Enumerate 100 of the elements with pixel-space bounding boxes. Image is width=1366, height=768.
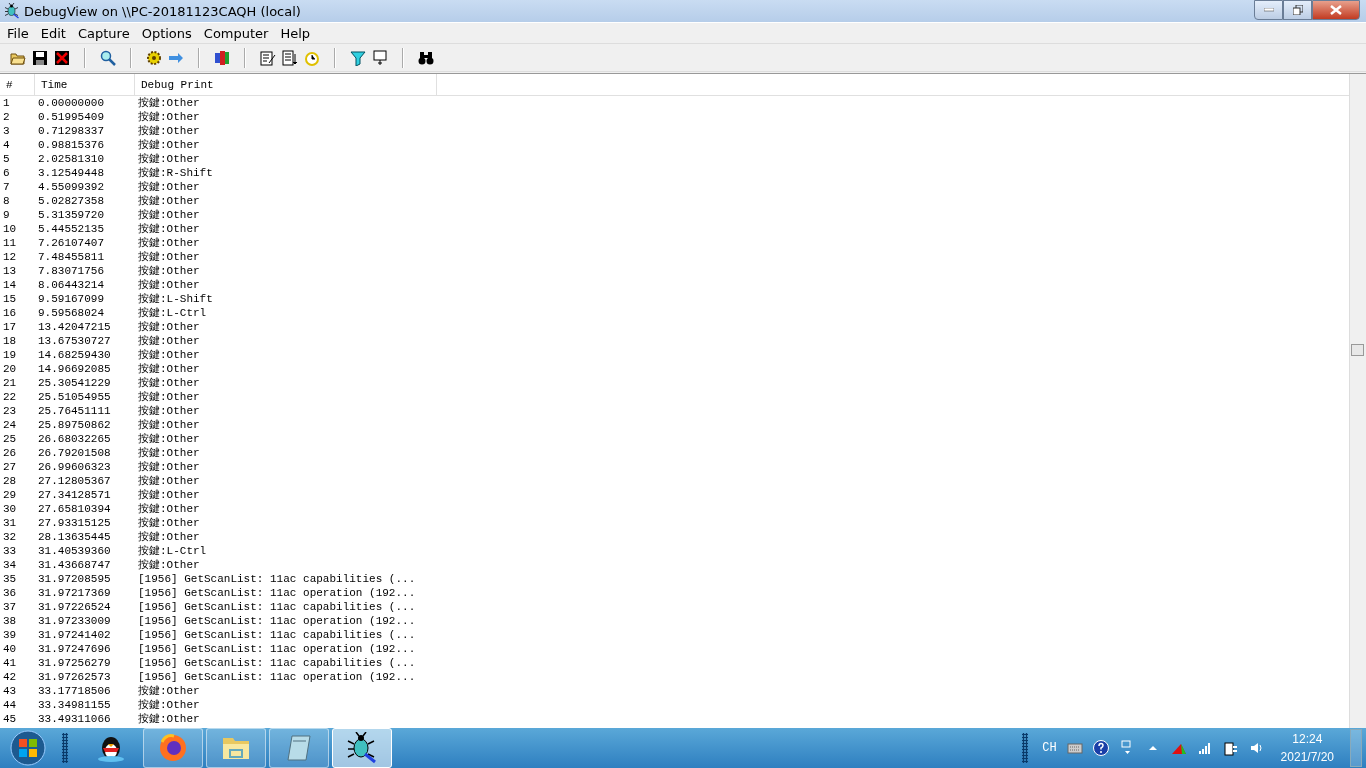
table-cell-text: 按鍵:Other bbox=[137, 530, 200, 544]
table-cell-text: 17 bbox=[2, 320, 18, 334]
table-cell-text: 4 bbox=[2, 138, 11, 152]
table-cell-text: 3.12549448 bbox=[37, 166, 105, 180]
close-icon bbox=[1330, 5, 1342, 15]
column-header[interactable]: Debug Print bbox=[135, 74, 437, 95]
menu-item[interactable]: Capture bbox=[71, 25, 136, 41]
table-cell-text: 按鍵:Other bbox=[137, 404, 200, 418]
scrollbar[interactable] bbox=[1349, 74, 1366, 728]
table-cell-text: 31.97208595 bbox=[37, 572, 112, 586]
table-cell-text: 按鍵:Other bbox=[137, 208, 200, 222]
start-button[interactable] bbox=[8, 730, 48, 766]
table-cell-text: 按鍵:Other bbox=[137, 236, 200, 250]
column-header[interactable]: Time bbox=[35, 74, 135, 95]
table-cell-text: [1956] GetScanList: 11ac operation (192... bbox=[137, 614, 416, 628]
table-cell-text: 29 bbox=[2, 488, 18, 502]
clock-time: 12:24 bbox=[1292, 731, 1323, 748]
table-cell-text: 按鍵:Other bbox=[137, 278, 200, 292]
table-cell-text: 42 bbox=[2, 670, 18, 684]
table-cell-text: 15 bbox=[2, 292, 18, 306]
table-cell-text: 26.99606323 bbox=[37, 460, 112, 474]
save-icon[interactable] bbox=[32, 49, 48, 66]
table-cell-text: 按鍵:Other bbox=[137, 418, 200, 432]
table-cell-text: 30 bbox=[2, 502, 18, 516]
table-cell-text: 5 bbox=[2, 152, 11, 166]
column-header[interactable]: # bbox=[0, 74, 35, 95]
filter-icon[interactable] bbox=[350, 49, 366, 66]
computer-icon[interactable] bbox=[372, 49, 388, 66]
table-cell-text: 20 bbox=[2, 362, 18, 376]
highlight-icon[interactable] bbox=[214, 49, 230, 66]
table-cell-text: 14 bbox=[2, 278, 18, 292]
menu-item[interactable]: File bbox=[1, 25, 35, 41]
minimize-button[interactable] bbox=[1254, 0, 1283, 20]
table-cell-text: 31.97241402 bbox=[37, 628, 112, 642]
table-cell-text: 1 bbox=[2, 96, 11, 110]
table-cell-text: 25.89750862 bbox=[37, 418, 112, 432]
window-title: DebugView on \\PC-20181123CAQH (local) bbox=[24, 3, 302, 19]
binoculars-icon[interactable] bbox=[418, 49, 434, 66]
table-cell-text: 按鍵:Other bbox=[137, 376, 200, 390]
table-cell-text: 按鍵:Other bbox=[137, 96, 200, 110]
table-cell-text: 33.34981155 bbox=[37, 698, 112, 712]
table-cell-text: 26 bbox=[2, 446, 18, 460]
table-cell-text: 21 bbox=[2, 376, 18, 390]
table-cell-text: [1956] GetScanList: 11ac operation (192... bbox=[137, 670, 416, 684]
table-cell-text: 31.97217369 bbox=[37, 586, 112, 600]
autoscroll-icon[interactable] bbox=[282, 49, 298, 66]
table-cell-text: 14.96692085 bbox=[37, 362, 112, 376]
table-cell-text: 27.34128571 bbox=[37, 488, 112, 502]
bug-icon bbox=[4, 3, 20, 19]
table-cell-text: 28.13635445 bbox=[37, 530, 112, 544]
menu-item[interactable]: Options bbox=[135, 25, 198, 41]
help-icon[interactable] bbox=[1092, 740, 1109, 756]
menu-item[interactable]: Edit bbox=[34, 25, 72, 41]
table-cell-text: 按鍵:Other bbox=[137, 138, 200, 152]
table-cell-text: 11 bbox=[2, 236, 18, 250]
table-cell-text: 41 bbox=[2, 656, 18, 670]
table-cell-text: 27.65810394 bbox=[37, 502, 112, 516]
table-cell-text: 按鍵:Other bbox=[137, 432, 200, 446]
menu-item[interactable]: Computer bbox=[197, 25, 275, 41]
power-plug-icon[interactable] bbox=[1222, 740, 1239, 756]
table-cell-text: 按鍵:Other bbox=[137, 684, 200, 698]
clock[interactable]: 12:24 2021/7/20 bbox=[1274, 730, 1340, 766]
table-cell-text: 按鍵:R-Shift bbox=[137, 166, 213, 180]
restore-icon bbox=[1292, 5, 1303, 15]
table-cell-text: 5.02827358 bbox=[37, 194, 105, 208]
table-cell-text: 5.31359720 bbox=[37, 208, 105, 222]
table-cell-text: 14.68259430 bbox=[37, 348, 112, 362]
table-cell-text: 31.97226524 bbox=[37, 600, 112, 614]
table-cell-text: 2.02581310 bbox=[37, 152, 105, 166]
table-cell-text: 按鍵:Other bbox=[137, 474, 200, 488]
table-cell-text: 按鍵:Other bbox=[137, 250, 200, 264]
table-cell-text: 按鍵:Other bbox=[137, 180, 200, 194]
table-cell-text: 43 bbox=[2, 684, 18, 698]
table-cell-text: 按鍵:Other bbox=[137, 712, 200, 726]
keyboard-icon[interactable] bbox=[1066, 740, 1083, 756]
gear-icon[interactable] bbox=[146, 49, 162, 66]
table-cell-text: 6 bbox=[2, 166, 11, 180]
table-cell-text: 7 bbox=[2, 180, 11, 194]
table-cell-text: 9.59167099 bbox=[37, 292, 105, 306]
restore-button[interactable] bbox=[1283, 0, 1312, 20]
search-icon[interactable] bbox=[100, 49, 116, 66]
table-cell-text: 7.48455811 bbox=[37, 250, 105, 264]
table-cell-text: 25 bbox=[2, 432, 18, 446]
table-cell-text: 按鍵:Other bbox=[137, 334, 200, 348]
clock-icon[interactable] bbox=[304, 49, 320, 66]
table-cell-text: 按鍵:Other bbox=[137, 558, 200, 572]
clear-icon[interactable] bbox=[54, 49, 70, 66]
menu-item[interactable]: Help bbox=[274, 25, 317, 41]
table-cell-text: 按鍵:Other bbox=[137, 446, 200, 460]
table-cell-text: 13 bbox=[2, 264, 18, 278]
table-cell-text: 31.40539360 bbox=[37, 544, 112, 558]
table-cell-text: 2 bbox=[2, 110, 11, 124]
taskbar-button[interactable] bbox=[332, 728, 392, 768]
close-button[interactable] bbox=[1312, 0, 1360, 20]
speaker-icon[interactable] bbox=[1248, 740, 1265, 756]
table-cell-text: 26.68032265 bbox=[37, 432, 112, 446]
scrollbar-thumb[interactable] bbox=[1351, 344, 1364, 356]
bug-icon bbox=[346, 732, 378, 764]
signal-icon[interactable] bbox=[1196, 740, 1213, 756]
edit-icon[interactable] bbox=[260, 49, 276, 66]
